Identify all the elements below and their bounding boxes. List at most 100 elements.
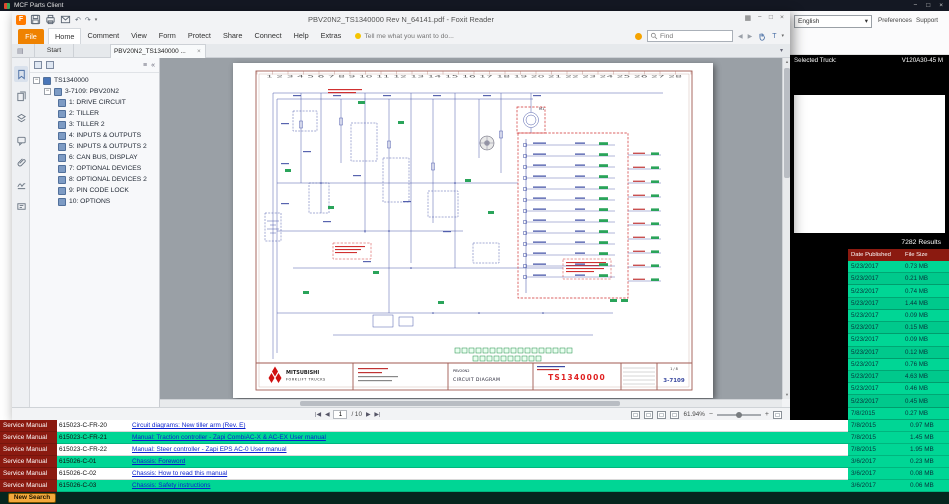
result-row[interactable]: 5/23/20170.09 MB [848, 334, 949, 346]
find-next-icon[interactable]: ▶ [748, 33, 753, 40]
tab-help[interactable]: Help [288, 28, 315, 44]
panel-menu-icon[interactable]: ≡ [143, 62, 147, 69]
bookmark-item[interactable]: 6: CAN BUS, DISPLAY [30, 152, 159, 163]
language-select[interactable]: English ▾ [794, 15, 872, 28]
result-row[interactable]: 5/23/20170.74 MB [848, 285, 949, 297]
tab-overflow-icon[interactable]: ▾ [780, 47, 783, 54]
close-button[interactable]: × [939, 2, 943, 9]
tab-form[interactable]: Form [153, 28, 182, 44]
zoom-out-button[interactable]: − [709, 411, 713, 418]
table-row[interactable]: Service Manual 615026-C-03 Chassis: Safe… [0, 480, 949, 492]
minimize-button[interactable]: − [913, 2, 917, 9]
table-row[interactable]: Service Manual 615026-C-01 Chassis: Fore… [0, 456, 949, 468]
collapse-node-icon[interactable]: − [44, 88, 51, 95]
column-date-published[interactable]: Date Published [848, 252, 903, 258]
bookmark-item[interactable]: 1: DRIVE CIRCUIT [30, 97, 159, 108]
zoom-in-button[interactable]: + [765, 411, 769, 418]
tab-list-icon[interactable]: ▤ [17, 47, 24, 55]
table-row[interactable]: Service Manual 615023-C-FR-21 Manual: Tr… [0, 432, 949, 444]
single-page-view-icon[interactable] [631, 411, 640, 419]
column-file-size[interactable]: File Size [903, 252, 928, 258]
attachments-panel-icon[interactable] [14, 154, 28, 170]
document-link[interactable]: Chassis: Safety instructions [132, 482, 211, 489]
find-input[interactable] [660, 33, 726, 40]
pages-panel-icon[interactable] [14, 88, 28, 104]
collapse-node-icon[interactable]: − [33, 77, 40, 84]
document-link[interactable]: Chassis: Foreword [132, 458, 185, 465]
zoom-slider[interactable] [717, 414, 761, 416]
table-row[interactable]: Service Manual 615023-C-FR-20 Circuit di… [0, 420, 949, 432]
next-page-button[interactable]: ▶ [366, 412, 370, 418]
qat-dropdown-icon[interactable]: ▾ [95, 17, 98, 23]
bookmark-item[interactable]: 7: OPTIONAL DEVICES [30, 163, 159, 174]
result-row[interactable]: 5/23/20170.76 MB [848, 359, 949, 371]
bookmarks-panel-icon[interactable] [14, 66, 28, 82]
continuous-view-icon[interactable] [644, 411, 653, 419]
tab-comment[interactable]: Comment [81, 28, 125, 44]
table-row[interactable]: Service Manual 615026-C-02 Chassis: How … [0, 468, 949, 480]
preferences-link[interactable]: Preferences [878, 17, 912, 24]
previous-page-button[interactable]: ◀ [325, 412, 329, 418]
tab-home[interactable]: Home [48, 28, 81, 44]
maximize-button[interactable]: □ [926, 2, 930, 9]
fields-panel-icon[interactable] [14, 198, 28, 214]
bookmark-item[interactable]: 10: OPTIONS [30, 196, 159, 207]
bookmark-list-icon[interactable] [34, 61, 42, 69]
tab-share[interactable]: Share [217, 28, 248, 44]
bookmark-item[interactable]: 5: INPUTS & OUTPUTS 2 [30, 141, 159, 152]
redo-icon[interactable]: ↷ [85, 16, 91, 24]
hand-tool-icon[interactable] [757, 31, 767, 42]
find-box[interactable] [647, 30, 733, 42]
result-row[interactable]: 5/23/20174.63 MB [848, 371, 949, 383]
file-menu-button[interactable]: File [18, 29, 44, 44]
result-row[interactable]: 5/23/20170.12 MB [848, 347, 949, 359]
results-column-header[interactable]: Date Published File Size [848, 249, 949, 261]
notification-icon[interactable] [635, 33, 642, 40]
document-link[interactable]: Manual: Traction controller - Zapi Combi… [132, 434, 326, 441]
first-page-button[interactable]: |◀ [315, 412, 321, 418]
layout-grid-icon[interactable]: ▦ [745, 14, 751, 22]
foxit-minimize-button[interactable]: − [758, 14, 762, 22]
bookmark-item[interactable]: 8: OPTIONAL DEVICES 2 [30, 174, 159, 185]
fit-page-icon[interactable] [670, 411, 679, 419]
document-link[interactable]: Manual: Steer controller - Zapi EPS AC-0… [132, 446, 287, 453]
bookmark-item[interactable]: −TS1340000 [30, 75, 159, 86]
print-icon[interactable] [45, 14, 56, 25]
add-bookmark-icon[interactable] [46, 61, 54, 69]
bookmark-item[interactable]: −3-7109: PBV20N2 [30, 86, 159, 97]
fit-width-icon[interactable] [773, 411, 782, 419]
layers-panel-icon[interactable] [14, 110, 28, 126]
tool-dropdown-icon[interactable]: ▾ [781, 33, 784, 39]
result-row[interactable]: 5/23/20170.09 MB [848, 310, 949, 322]
vertical-scrollbar-thumb[interactable] [784, 68, 790, 178]
bookmark-item[interactable]: 9: PIN CODE LOCK [30, 185, 159, 196]
new-search-button[interactable]: New Search [8, 493, 56, 503]
signature-panel-icon[interactable] [14, 176, 28, 192]
find-previous-icon[interactable]: ◀ [738, 33, 743, 40]
horizontal-scrollbar[interactable] [160, 399, 782, 407]
result-row[interactable]: 5/23/20170.46 MB [848, 383, 949, 395]
foxit-close-button[interactable]: × [780, 14, 784, 22]
tell-me-input[interactable] [364, 33, 469, 40]
collapse-panel-icon[interactable]: « [151, 62, 155, 69]
tab-current-document[interactable]: PBV20N2_TS1340000 ... × [110, 44, 206, 58]
page-number-input[interactable] [333, 410, 347, 419]
tab-extras[interactable]: Extras [315, 28, 348, 44]
result-row[interactable]: 5/23/20170.21 MB [848, 273, 949, 285]
save-icon[interactable] [30, 14, 41, 25]
last-page-button[interactable]: ▶| [374, 412, 380, 418]
bookmark-item[interactable]: 2: TILLER [30, 108, 159, 119]
tab-start[interactable]: Start [34, 44, 74, 58]
tab-connect[interactable]: Connect [248, 28, 287, 44]
document-link[interactable]: Circuit diagrams: New tiller arm (Rev. E… [132, 422, 246, 429]
tab-view[interactable]: View [125, 28, 153, 44]
horizontal-scrollbar-thumb[interactable] [300, 401, 620, 406]
result-row[interactable]: 5/23/20170.15 MB [848, 322, 949, 334]
zoom-slider-thumb[interactable] [736, 412, 742, 418]
undo-icon[interactable]: ↶ [75, 16, 81, 24]
email-icon[interactable] [60, 14, 71, 25]
select-tool-icon[interactable]: T [772, 33, 776, 40]
facing-view-icon[interactable] [657, 411, 666, 419]
vertical-scrollbar[interactable]: ▲ ▼ [782, 58, 790, 399]
document-link[interactable]: Chassis: How to read this manual [132, 470, 227, 477]
